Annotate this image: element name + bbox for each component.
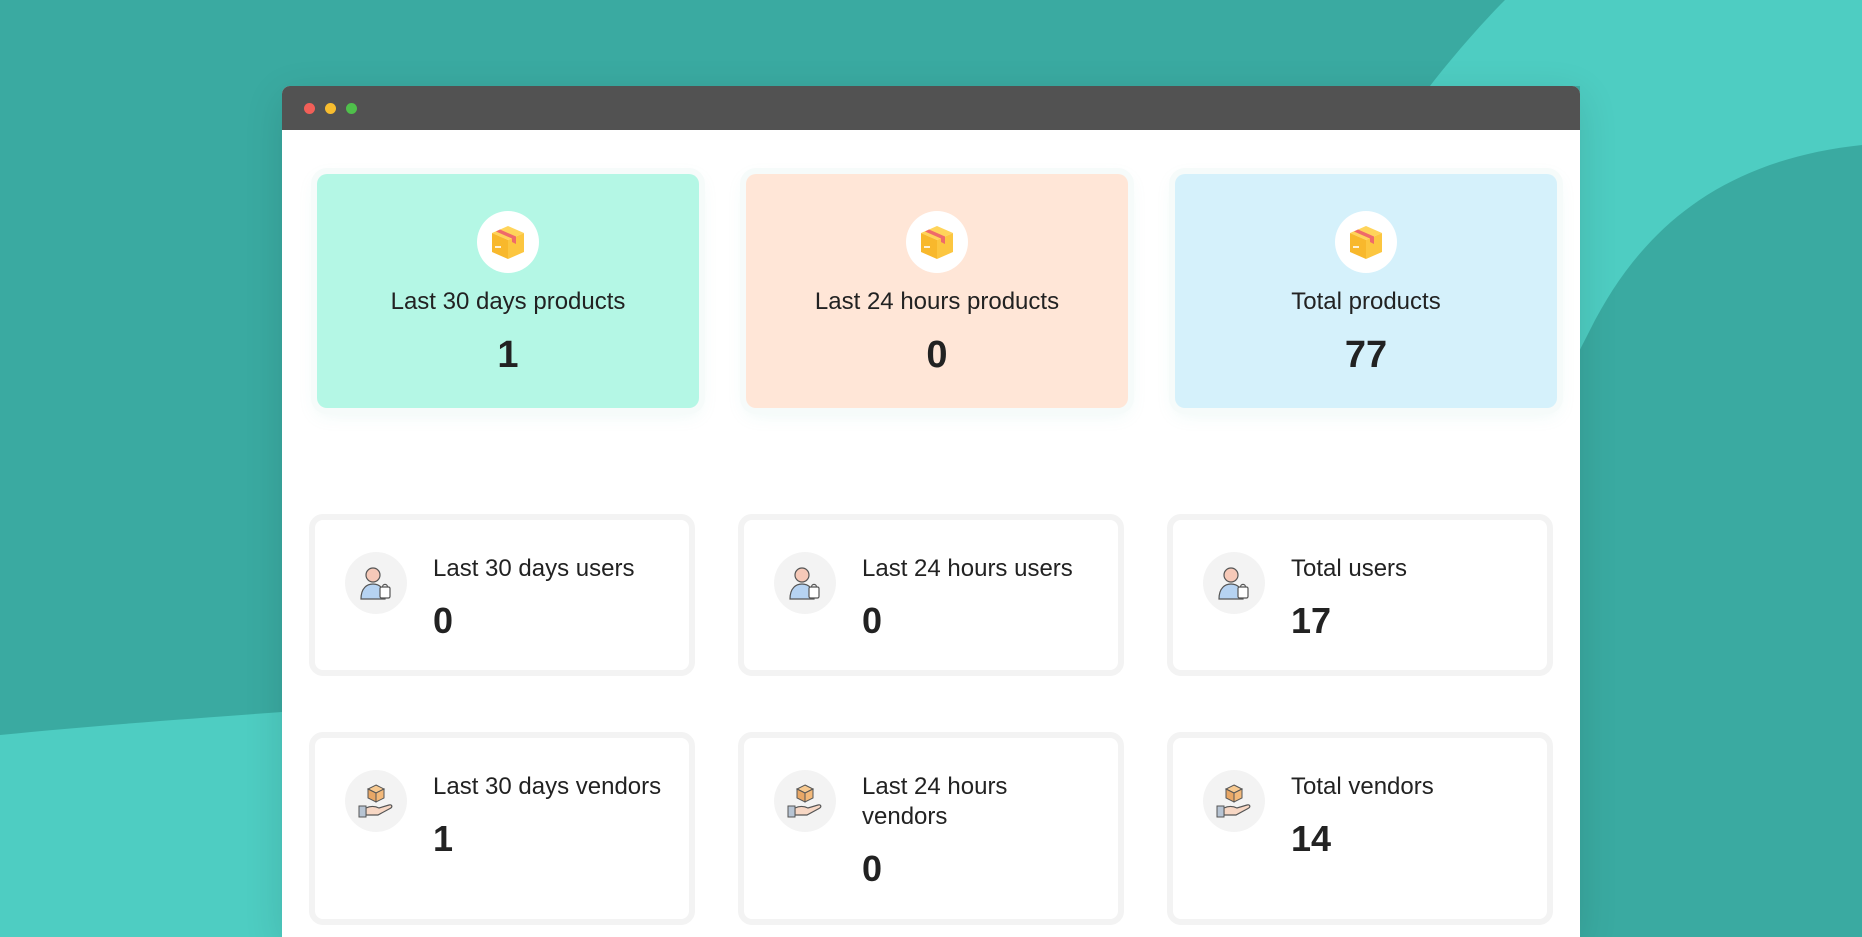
product-card-last-24-hours: Last 24 hours products 0 [746, 174, 1128, 408]
package-box-icon [1335, 211, 1397, 273]
product-card-label: Last 30 days products [390, 288, 626, 315]
close-window-dot[interactable] [304, 103, 315, 114]
product-card-value: 1 [497, 334, 519, 376]
hand-box-vendor-icon [774, 770, 836, 832]
vendor-card-value: 0 [862, 848, 883, 889]
user-card-label: Last 24 hours users [862, 555, 1073, 582]
product-card-value: 0 [926, 334, 948, 376]
vendor-card-total: Total vendors 14 [1167, 732, 1553, 925]
vendor-card-label: Last 24 hours vendors [862, 773, 1008, 830]
user-card-total: Total users 17 [1167, 514, 1553, 676]
hand-box-vendor-icon [1203, 770, 1265, 832]
user-card-value: 0 [862, 600, 883, 641]
product-card-value: 77 [1344, 334, 1388, 376]
vendor-card-last-30-days: Last 30 days vendors 1 [309, 732, 695, 925]
user-card-last-24-hours: Last 24 hours users 0 [738, 514, 1124, 676]
shopper-user-icon [774, 552, 836, 614]
shopper-user-icon [1203, 552, 1265, 614]
package-box-icon [906, 211, 968, 273]
product-card-last-30-days: Last 30 days products 1 [317, 174, 699, 408]
product-card-label: Last 24 hours products [814, 288, 1060, 315]
browser-window: Last 30 days products 1 Last 24 hours pr… [282, 86, 1580, 937]
product-card-total: Total products 77 [1175, 174, 1557, 408]
vendor-card-label: Last 30 days vendors [433, 773, 662, 800]
shopper-user-icon [345, 552, 407, 614]
user-card-label: Total users [1291, 555, 1408, 582]
user-card-value: 17 [1291, 600, 1332, 641]
dashboard-content: Last 30 days products 1 Last 24 hours pr… [282, 130, 1580, 937]
vendor-card-label: Total vendors [1291, 773, 1434, 800]
user-card-label: Last 30 days users [433, 555, 635, 582]
package-box-icon [477, 211, 539, 273]
hand-box-vendor-icon [345, 770, 407, 832]
vendor-card-value: 14 [1291, 818, 1332, 859]
maximize-window-dot[interactable] [346, 103, 357, 114]
product-card-label: Total products [1291, 288, 1441, 315]
user-card-value: 0 [433, 600, 454, 641]
window-titlebar [282, 86, 1580, 130]
minimize-window-dot[interactable] [325, 103, 336, 114]
user-card-last-30-days: Last 30 days users 0 [309, 514, 695, 676]
vendor-card-last-24-hours: Last 24 hours vendors 0 [738, 732, 1124, 925]
vendor-card-value: 1 [433, 818, 454, 859]
